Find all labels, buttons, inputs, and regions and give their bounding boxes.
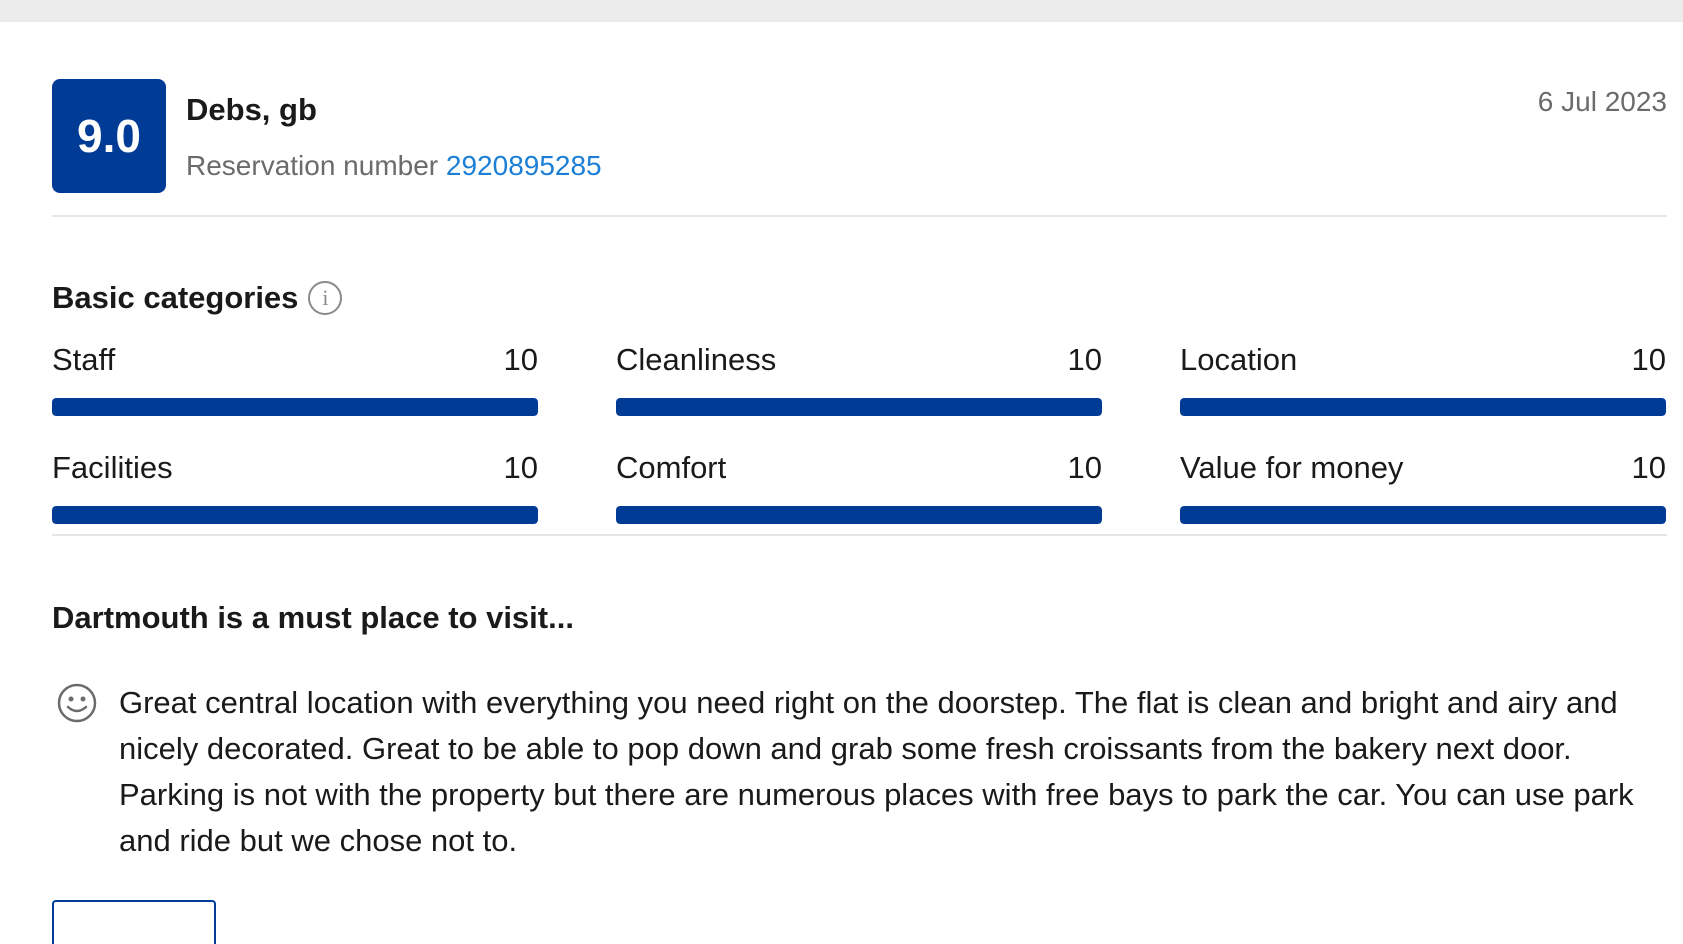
category-bar-fill [52, 506, 538, 524]
divider [52, 215, 1667, 217]
category-value-for-money: Value for money 10 [1180, 450, 1666, 524]
category-bar-fill [616, 398, 1102, 416]
category-bar [616, 398, 1102, 416]
category-value: 10 [1067, 450, 1102, 485]
category-comfort: Comfort 10 [616, 450, 1102, 524]
category-bar-fill [616, 506, 1102, 524]
helpful-button[interactable] [52, 900, 216, 944]
category-bar [52, 398, 538, 416]
category-location: Location 10 [1180, 342, 1666, 416]
review-title: Dartmouth is a must place to visit... [52, 600, 574, 635]
info-icon[interactable]: i [308, 281, 343, 315]
category-bar-fill [1180, 506, 1666, 524]
review-positive-text: Great central location with everything y… [119, 685, 1634, 858]
category-bar [1180, 506, 1666, 524]
smiley-face-icon [57, 683, 97, 723]
category-bar [1180, 398, 1666, 416]
category-label: Cleanliness [616, 342, 777, 377]
divider [52, 534, 1667, 536]
review-date: 6 Jul 2023 [1537, 86, 1667, 117]
reservation-number-link[interactable]: 2920895285 [446, 150, 602, 181]
category-value: 10 [1631, 450, 1666, 485]
categories-heading: Basic categories i [52, 280, 343, 316]
reservation-label: Reservation number [186, 150, 439, 181]
review-card: 9.0 Debs, gb Reservation number 29208952… [52, 22, 1667, 944]
category-cleanliness: Cleanliness 10 [616, 342, 1102, 416]
category-grid: Staff 10 Cleanliness 10 Location 10 Faci… [52, 342, 1667, 524]
reviewer-name: Debs, gb [186, 92, 317, 127]
category-label: Staff [52, 342, 116, 377]
top-bar [0, 0, 1683, 22]
category-label: Value for money [1180, 450, 1404, 485]
category-value: 10 [1631, 342, 1666, 377]
reservation-info: Reservation number 2920895285 [186, 150, 602, 182]
categories-heading-text: Basic categories [52, 280, 299, 315]
category-bar-fill [1180, 398, 1666, 416]
category-value: 10 [1067, 342, 1102, 377]
category-label: Facilities [52, 450, 173, 485]
category-value: 10 [503, 450, 538, 485]
category-label: Location [1180, 342, 1298, 377]
category-facilities: Facilities 10 [52, 450, 538, 524]
category-value: 10 [503, 342, 538, 377]
category-label: Comfort [616, 450, 727, 485]
category-bar [616, 506, 1102, 524]
category-bar-fill [52, 398, 538, 416]
category-bar [52, 506, 538, 524]
category-staff: Staff 10 [52, 342, 538, 416]
review-score-badge: 9.0 [52, 79, 166, 193]
